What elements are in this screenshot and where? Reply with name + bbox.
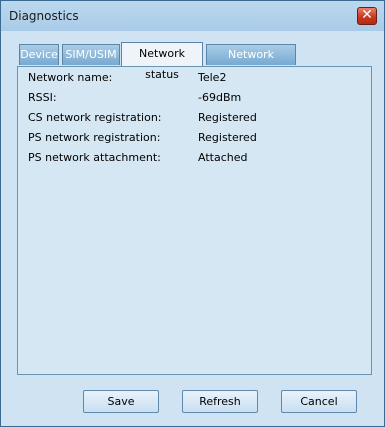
status-value: Registered	[198, 131, 257, 144]
refresh-button[interactable]: Refresh	[182, 390, 258, 413]
dialog-body: Device SIM/USIM Network status Network s…	[7, 33, 378, 420]
tab-device[interactable]: Device	[19, 44, 59, 65]
close-button[interactable]: ✕	[357, 7, 377, 25]
status-label: Network name:	[28, 71, 113, 84]
diagnostics-window: Diagnostics ✕ Device SIM/USIM Network st…	[0, 0, 385, 427]
status-value: Tele2	[198, 71, 227, 84]
tab-sim-usim[interactable]: SIM/USIM	[62, 44, 120, 65]
status-label: PS network registration:	[28, 131, 161, 144]
tab-network-settings[interactable]: Network settings	[206, 44, 296, 80]
tab-network-status[interactable]: Network status	[121, 42, 203, 81]
status-label: RSSI:	[28, 91, 57, 104]
close-icon: ✕	[361, 7, 373, 23]
status-value: Attached	[198, 151, 248, 164]
status-value: Registered	[198, 111, 257, 124]
window-title: Diagnostics	[9, 9, 79, 23]
status-value: -69dBm	[198, 91, 242, 104]
status-label: CS network registration:	[28, 111, 162, 124]
status-label: PS network attachment:	[28, 151, 161, 164]
title-bar: Diagnostics ✕	[1, 1, 384, 31]
save-button[interactable]: Save	[83, 390, 159, 413]
cancel-button[interactable]: Cancel	[281, 390, 357, 413]
network-status-panel: Network name: Tele2 RSSI: -69dBm CS netw…	[17, 66, 372, 375]
